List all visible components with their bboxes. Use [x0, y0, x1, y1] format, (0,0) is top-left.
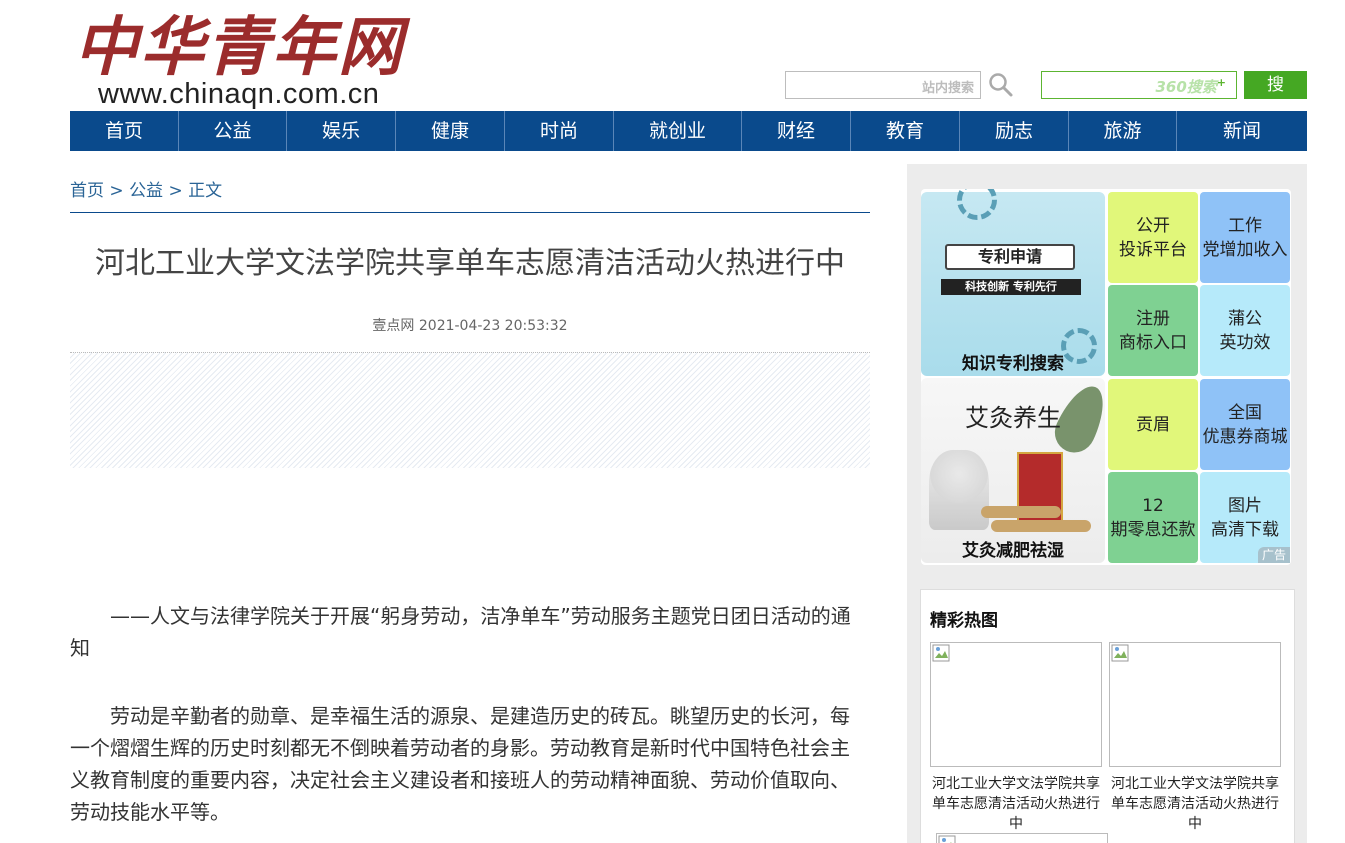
hot-picture-image[interactable]	[930, 642, 1102, 767]
article-datetime: 2021-04-23 20:53:32	[418, 318, 568, 334]
nav-item-inspiration[interactable]: 励志	[960, 111, 1069, 151]
ad-tile-line2: 党增加收入	[1202, 239, 1288, 260]
ad-tile[interactable]: 蒲公 英功效	[1200, 285, 1290, 376]
nav-item-home[interactable]: 首页	[70, 111, 179, 151]
ad-tile-line1: 12	[1142, 495, 1164, 516]
ad-tile-line2: 投诉平台	[1119, 239, 1187, 260]
article-ad-placeholder	[70, 352, 870, 468]
ad-image-label: 知识专利搜索	[962, 354, 1064, 374]
article-paragraph: ——人文与法律学院关于开展“躬身劳动，洁净单车”劳动服务主题党日团日活动的通知	[70, 604, 851, 660]
ad-tile-line2: 期零息还款	[1110, 519, 1196, 540]
search-button[interactable]: 搜 索	[1244, 71, 1307, 123]
ad-tile[interactable]: 全国 优惠券商城	[1200, 379, 1290, 470]
moxa-stick-icon	[991, 520, 1091, 532]
ad-tag: 广告	[1257, 547, 1290, 563]
ad-tile-line1: 工作	[1228, 215, 1262, 236]
breadcrumb-home[interactable]: 首页	[70, 181, 104, 201]
ad-tile-line2: 优惠券商城	[1202, 426, 1288, 447]
ad-tile[interactable]: 公开 投诉平台	[1108, 192, 1198, 283]
moxa-stick-icon	[981, 506, 1061, 518]
ad-tile-line1: 公开	[1136, 215, 1170, 236]
nav-item-charity[interactable]: 公益	[179, 111, 287, 151]
ad-image-moxa[interactable]: 艾灸养生 艾灸减肥祛湿	[921, 378, 1114, 563]
ad-moxa-title: 艾灸养生	[965, 404, 1061, 432]
sage-figure-icon	[929, 450, 989, 530]
hot-pictures-panel: 精彩热图 河北工业大学文法学院共享单车志愿清洁活动火热进行中 河北工业大学文法学…	[920, 589, 1295, 843]
broken-image-icon	[932, 644, 950, 662]
nav-item-entertainment[interactable]: 娱乐	[287, 111, 396, 151]
ad-tile-line1: 贡眉	[1136, 414, 1170, 435]
nav-item-news[interactable]: 新闻	[1177, 111, 1307, 151]
ad-image-label: 艾灸减肥祛湿	[962, 541, 1064, 561]
ad-image-patent[interactable]: 专利申请 科技创新 专利先行 知识专利搜索	[921, 189, 1105, 376]
broken-image-icon	[1111, 644, 1129, 662]
site-search-placeholder: 站内搜索	[921, 81, 974, 96]
ad-patent-sub: 科技创新 专利先行	[941, 279, 1081, 295]
hot-picture-image[interactable]	[936, 833, 1108, 843]
search360-input[interactable]: 360搜索+	[1041, 71, 1237, 99]
ad-tile[interactable]: 注册 商标入口	[1108, 285, 1198, 376]
nav-item-education[interactable]: 教育	[851, 111, 960, 151]
search360-placeholder: 360搜索+	[1155, 76, 1226, 96]
ad-tile[interactable]: 工作 党增加收入	[1200, 192, 1290, 283]
breadcrumb-section[interactable]: 公益	[129, 181, 163, 201]
ad-tile[interactable]: 图片 高清下载 广告	[1200, 472, 1290, 563]
ad-tile[interactable]: 12 期零息还款	[1108, 472, 1198, 563]
ad-tile[interactable]: 贡眉	[1108, 379, 1198, 470]
ad-patent-banner: 专利申请	[945, 244, 1075, 270]
ad-tile-line1: 注册	[1136, 308, 1170, 329]
hot-picture-image[interactable]	[1109, 642, 1281, 767]
ad-tile-line1: 蒲公	[1228, 308, 1262, 329]
main-nav: 首页 公益 娱乐 健康 时尚 就创业 财经 教育 励志 旅游 新闻	[70, 111, 1307, 151]
nav-item-finance[interactable]: 财经	[742, 111, 851, 151]
logo-text: 中华青年网	[74, 10, 404, 85]
hot-pictures-title: 精彩热图	[930, 611, 998, 631]
ad-tile-line1: 图片	[1228, 495, 1262, 516]
gear-icon	[957, 189, 997, 220]
breadcrumb: 首页 > 公益 > 正文	[70, 176, 222, 201]
article-title: 河北工业大学文法学院共享单车志愿清洁活动火热进行中	[95, 246, 845, 281]
breadcrumb-current: 正文	[188, 181, 223, 201]
ad-tile-line2: 英功效	[1219, 332, 1271, 353]
nav-item-health[interactable]: 健康	[396, 111, 505, 151]
ad-tile-line2: 高清下载	[1211, 519, 1279, 540]
article-meta: 壹点网 2021-04-23 20:53:32	[70, 315, 870, 335]
nav-item-fashion[interactable]: 时尚	[505, 111, 614, 151]
hot-picture-caption[interactable]: 河北工业大学文法学院共享单车志愿清洁活动火热进行中	[1105, 774, 1285, 834]
nav-item-travel[interactable]: 旅游	[1069, 111, 1177, 151]
site-logo[interactable]: 中华青年网 www.chinaqn.com.cn	[72, 10, 444, 111]
breadcrumb-separator: >	[109, 181, 124, 201]
nav-item-employment[interactable]: 就创业	[614, 111, 742, 151]
hot-picture-caption[interactable]: 河北工业大学文法学院共享单车志愿清洁活动火热进行中	[926, 774, 1106, 834]
article-source: 壹点网	[372, 318, 415, 334]
sidebar-ad-grid: 专利申请 科技创新 专利先行 知识专利搜索 艾灸养生 艾灸减肥祛湿 公开 投诉平…	[921, 189, 1291, 565]
broken-image-icon	[938, 835, 956, 843]
ad-tile-line1: 全国	[1228, 402, 1262, 423]
search-icon[interactable]	[988, 72, 1014, 98]
breadcrumb-divider	[70, 212, 870, 213]
site-search-input[interactable]: 站内搜索	[785, 71, 981, 99]
article-paragraph: 劳动是辛勤者的勋章、是幸福生活的源泉、是建造历史的砖瓦。眺望历史的长河，每一个熠…	[70, 704, 850, 824]
logo-url: www.chinaqn.com.cn	[98, 78, 380, 110]
ad-tile-line2: 商标入口	[1119, 332, 1187, 353]
breadcrumb-separator: >	[168, 181, 183, 201]
